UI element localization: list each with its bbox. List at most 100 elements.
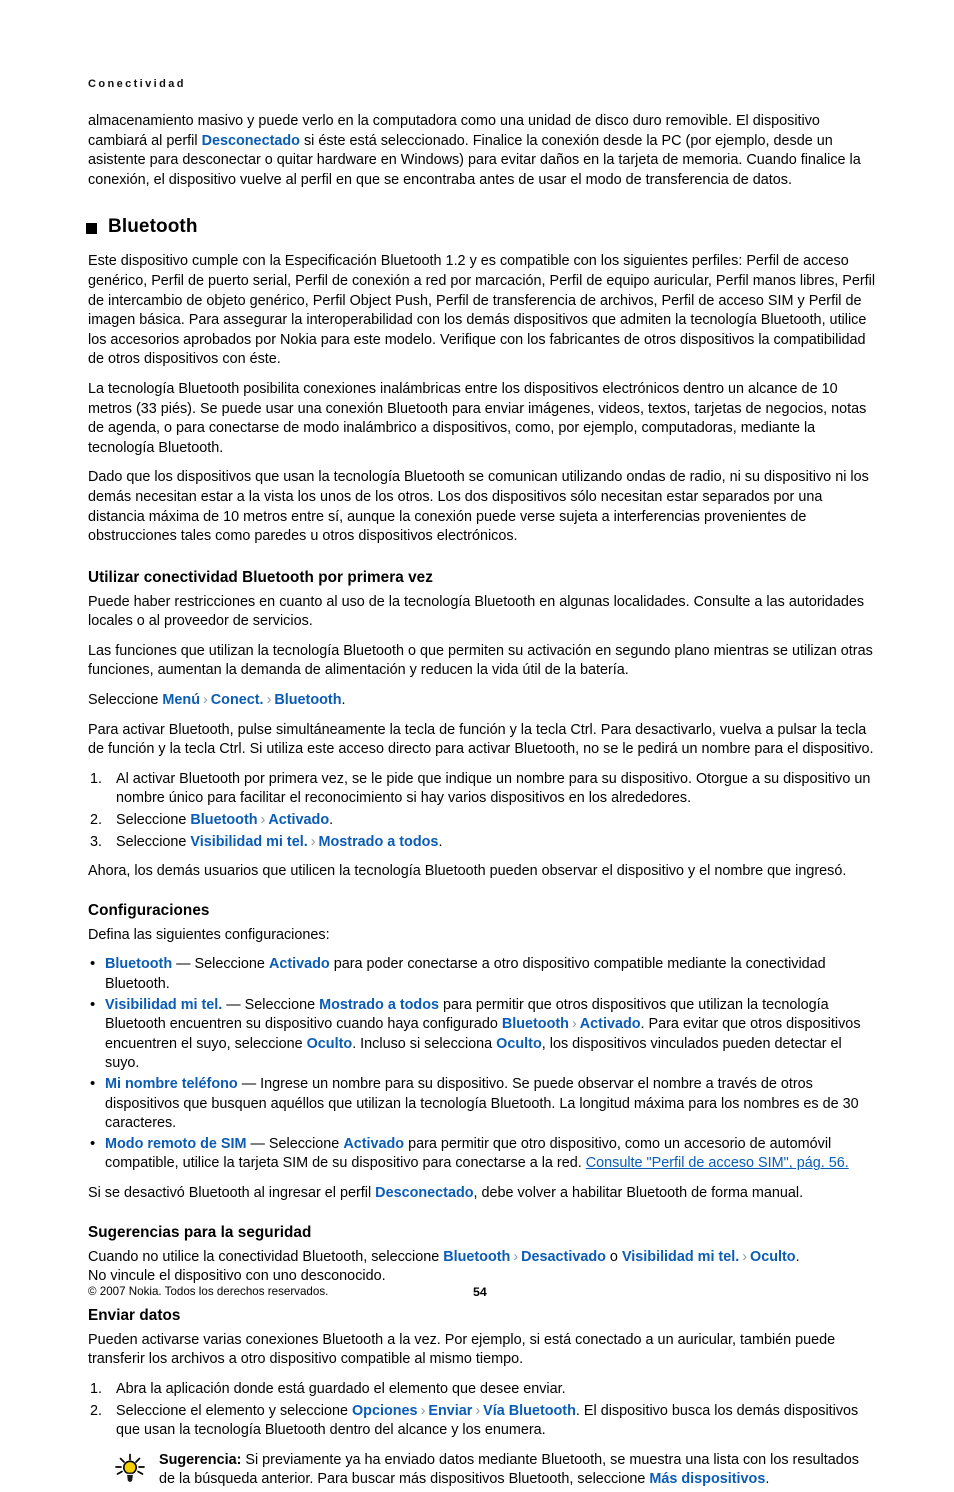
link-activado[interactable]: Activado [343,1136,404,1152]
steps-send-data: 1. Abra la aplicación donde está guardado… [88,1380,876,1441]
settings-bullet-list: Bluetooth — Seleccione Activado para pod… [88,954,876,1174]
link-menu[interactable]: Menú [162,692,200,708]
bullet-text-a: — Seleccione [172,956,269,973]
setting-term-mi-nombre-telefono[interactable]: Mi nombre teléfono [105,1076,238,1092]
path-separator-icon: › [420,1402,426,1419]
security-text-mid: o [605,1248,622,1265]
copyright-text: © 2007 Nokia. Todos los derechos reserva… [88,1285,329,1298]
link-oculto[interactable]: Oculto [750,1249,796,1265]
step-text-prefix: Seleccione el elemento y seleccione [116,1402,352,1419]
setting-term-modo-remoto-sim[interactable]: Modo remoto de SIM [105,1136,247,1152]
intro-paragraph: almacenamiento masivo y puede verlo en l… [88,112,876,190]
step-text-prefix: Seleccione [116,812,191,829]
step-number: 1. [90,1380,103,1397]
setting-term-bluetooth[interactable]: Bluetooth [105,956,172,972]
step-number: 1. [90,770,103,787]
list-item: 2. Seleccione el elemento y seleccione Op… [88,1402,876,1441]
closing-text-b: , debe volver a habilitar Bluetooth de f… [473,1184,804,1201]
step-number: 2. [90,1402,103,1419]
step-text-prefix: Seleccione [116,833,191,850]
setting-term-visibilidad[interactable]: Visibilidad mi tel. [105,997,222,1013]
link-desactivado[interactable]: Desactivado [521,1249,606,1265]
link-visibilidad-mi-tel[interactable]: Visibilidad mi tel. [622,1249,739,1265]
heading-enviar-datos: Enviar datos [88,1306,181,1324]
page-title: Bluetooth [86,216,876,238]
path-separator-icon: › [266,692,272,709]
link-via-bluetooth[interactable]: Vía Bluetooth [483,1403,576,1419]
link-conect[interactable]: Conect. [211,692,264,708]
crossref-perfil-acceso-sim[interactable]: Consulte "Perfil de acceso SIM", pág. 56… [586,1155,849,1171]
list-item: 1. Al activar Bluetooth por primera vez, … [88,770,876,809]
tip-label: Sugerencia: [159,1451,242,1468]
path-separator-icon: › [310,833,316,850]
path-separator-icon: › [475,1402,481,1419]
list-item: Visibilidad mi tel. — Seleccione Mostrad… [88,995,876,1074]
link-bluetooth[interactable]: Bluetooth [443,1249,510,1265]
tip-body: Sugerencia: Si previamente ya ha enviado… [159,1451,876,1492]
paragraph-no-pairing: No vincule el dispositivo con uno descon… [88,1268,386,1285]
list-item: Bluetooth — Seleccione Activado para pod… [88,954,876,994]
step-text: Al activar Bluetooth por primera vez, se… [116,770,871,807]
step-text-suffix: . [329,812,334,829]
link-activado[interactable]: Activado [269,956,330,972]
page-number: 54 [473,1285,487,1299]
list-item: 1. Abra la aplicación donde está guardado… [88,1380,876,1400]
step-text-suffix: . [438,833,443,850]
path-separator-icon: › [742,1248,748,1265]
paragraph-reenable-bluetooth: Si se desactivó Bluetooth al ingresar el… [88,1184,876,1204]
paragraph-bluetooth-spec: Este dispositivo cumple con la Especific… [88,253,876,368]
paragraph-after-setup: Ahora, los demás usuarios que utilicen l… [88,863,847,880]
step-number: 2. [90,812,103,829]
link-bluetooth[interactable]: Bluetooth [502,1016,569,1032]
link-desconectado[interactable]: Desconectado [202,133,300,149]
steps-first-use: 1. Al activar Bluetooth por primera vez, … [88,770,876,852]
paragraph-security-path: Cuando no utilice la conectividad Blueto… [88,1248,876,1268]
link-mas-dispositivos[interactable]: Más dispositivos [649,1471,765,1487]
step-number: 3. [90,833,103,850]
closing-text-a: Si se desactivó Bluetooth al ingresar el… [88,1184,376,1201]
link-opciones[interactable]: Opciones [352,1403,418,1419]
tip-paragraph: Sugerencia: Si previamente ya ha enviado… [159,1451,876,1490]
link-visibilidad-mi-tel[interactable]: Visibilidad mi tel. [190,834,307,850]
path-separator-icon: › [513,1248,519,1265]
path-separator-icon: › [571,1016,577,1033]
heading-first-use: Utilizar conectividad Bluetooth por prim… [88,568,433,586]
paragraph-battery: Las funciones que utilizan la tecnología… [88,642,873,679]
bullet-text-a: — Seleccione [222,996,320,1013]
step-text: Abra la aplicación donde está guardado e… [116,1380,566,1397]
paragraph-multiple-connections: Pueden activarse varias conexiones Bluet… [88,1331,836,1368]
navigation-path-menu: Seleccione Menú › Conect. › Bluetooth. [88,692,346,709]
security-text-a: Cuando no utilice la conectividad Blueto… [88,1248,444,1265]
list-item: 3. Seleccione Visibilidad mi tel. › Mostrad… [88,833,876,853]
list-item: 2. Seleccione Bluetooth › Activado. [88,811,876,831]
link-enviar[interactable]: Enviar [428,1403,472,1419]
path-separator-icon: › [260,812,266,829]
link-activado[interactable]: Activado [268,812,329,828]
link-oculto[interactable]: Oculto [496,1036,542,1052]
heading-configuraciones: Configuraciones [88,901,210,919]
link-mostrado-a-todos[interactable]: Mostrado a todos [319,834,439,850]
tip-text-b: . [765,1471,770,1488]
link-bluetooth[interactable]: Bluetooth [190,812,257,828]
paragraph-activate-shortcut: Para activar Bluetooth, pulse simultánea… [88,721,874,758]
paragraph-define-settings: Defina las siguientes configuraciones: [88,926,330,943]
link-desconectado[interactable]: Desconectado [375,1185,473,1201]
link-oculto[interactable]: Oculto [307,1036,353,1052]
paragraph-bluetooth-range: La tecnología Bluetooth posibilita conex… [88,380,867,456]
paragraph-bluetooth-radio: Dado que los dispositivos que usan la te… [88,469,869,545]
running-head: Conectividad [88,78,186,90]
paragraph-restrictions: Puede haber restricciones en cuanto al u… [88,593,865,630]
link-mostrado-a-todos[interactable]: Mostrado a todos [319,997,439,1013]
bullet-text-d: . Incluso si selecciona [352,1035,497,1052]
list-item: Mi nombre teléfono — Ingrese un nombre p… [88,1074,876,1134]
page-footer: © 2007 Nokia. Todos los derechos reserva… [88,1285,876,1299]
link-bluetooth[interactable]: Bluetooth [274,692,341,708]
bullet-text-a: — Seleccione [246,1135,344,1152]
tip-callout: Sugerencia: Si previamente ya ha enviado… [88,1451,876,1492]
square-bullet-icon [86,222,97,234]
heading-seguridad: Sugerencias para la seguridad [88,1223,312,1241]
path-intro-text: Seleccione [88,692,163,709]
security-text-end: . [795,1248,800,1265]
list-item: Modo remoto de SIM — Seleccione Activado… [88,1134,876,1174]
link-activado[interactable]: Activado [580,1016,641,1032]
